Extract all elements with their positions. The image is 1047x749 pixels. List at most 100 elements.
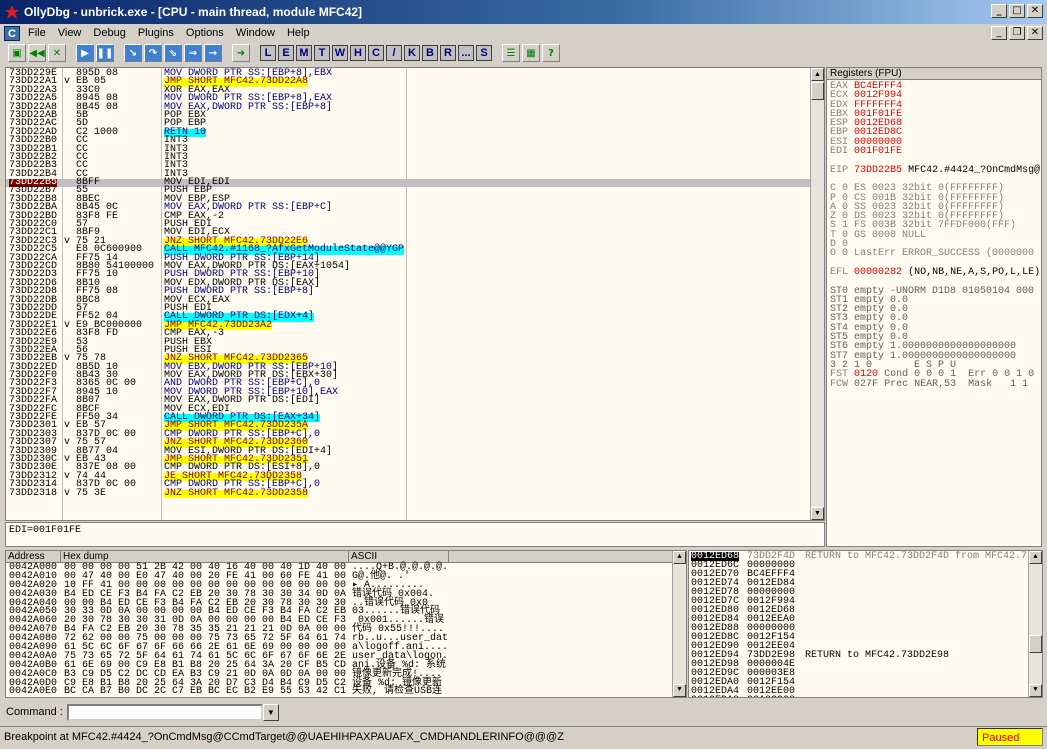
disasm-row[interactable]: 73DD22DD 57 PUSH EDI <box>6 303 811 314</box>
disasm-row[interactable]: 73DD22C0 57 PUSH EDI <box>6 219 811 230</box>
menu-file[interactable]: File <box>22 27 52 39</box>
disasm-row[interactable]: 73DD22B8 8BEC MOV EBP,ESP <box>6 194 811 205</box>
disasm-row[interactable]: 73DD22CD 8B80 54100000 MOV EAX,DWORD PTR D… <box>6 261 811 272</box>
disasm-row[interactable]: 73DD2314 837D 0C 00 CMP DWORD PTR SS:[EBP+… <box>6 479 811 490</box>
disasm-row[interactable]: 73DD22EB v 75 78 JNZ SHORT MFC42.73DD2365 <box>6 354 811 364</box>
breakpoints-button[interactable]: B <box>422 45 438 61</box>
disasm-row[interactable]: 73DD22AB 5B POP EBX <box>6 110 811 121</box>
goto-icon[interactable]: ➜ <box>232 44 250 62</box>
run-icon[interactable]: ▶ <box>76 44 94 62</box>
hex-dump-pane[interactable]: Address Hex dump ASCII 0042A000 00 00 00 … <box>5 550 687 698</box>
disasm-row[interactable]: 73DD22FE FF50 34 CALL DWORD PTR DS:[EAX+34… <box>6 412 811 423</box>
windows-button[interactable]: W <box>332 45 348 61</box>
disasm-row[interactable]: 73DD230E 837E 08 00 CMP DWORD PTR DS:[ESI+… <box>6 463 811 474</box>
scroll-up-icon[interactable]: ▲ <box>811 68 824 81</box>
step-over-icon[interactable]: ↷ <box>144 44 162 62</box>
registers-header[interactable]: Registers (FPU) <box>827 68 1041 80</box>
menu-options[interactable]: Options <box>180 27 230 39</box>
disasm-row[interactable]: 73DD2307 v 75 57 JNZ SHORT MFC42.73DD2360 <box>6 437 811 448</box>
disasm-row[interactable]: 73DD22C1 8BF9 MOV EDI,ECX <box>6 228 811 239</box>
references-button[interactable]: R <box>440 45 456 61</box>
ascii-column-header[interactable]: ASCII <box>349 551 449 562</box>
stack-row[interactable]: 0012EDA0 0012F154 <box>689 678 1042 688</box>
scroll-thumb[interactable] <box>811 82 824 100</box>
cpu-window-icon[interactable]: C <box>4 25 20 41</box>
memory-map-button[interactable]: M <box>296 45 312 61</box>
disasm-row[interactable]: 73DD22B4 CC INT3 <box>6 169 811 180</box>
disasm-row[interactable]: 73DD22A8 8B45 08 MOV EAX,DWORD PTR SS:[EBP… <box>6 102 811 113</box>
scroll-down-icon[interactable]: ▼ <box>673 684 686 697</box>
patches-button[interactable]: / <box>386 45 402 61</box>
stack-row[interactable]: 0012ED84 0012EEA0 <box>689 615 1042 625</box>
disasm-row[interactable]: 73DD22D3 FF75 10 PUSH DWORD PTR SS:[EBP+10… <box>6 270 811 281</box>
stack-scrollbar[interactable]: ▲ ▼ <box>1028 551 1042 697</box>
chevron-down-icon[interactable]: ▼ <box>262 703 279 721</box>
registers-pane[interactable]: Registers (FPU) EAX BC4EFFF4 ECX 0012F99… <box>826 67 1042 547</box>
mdi-minimize-button[interactable]: _ <box>991 26 1007 40</box>
stack-row[interactable]: 0012ED94 73DD2E98 RETURN to MFC42.73DD2E98 <box>689 651 1042 661</box>
close-icon[interactable]: ✕ <box>48 44 66 62</box>
stack-row[interactable]: 0012ED68 73DD2F4D RETURN to MFC42.73DD2F4D… <box>689 552 1042 562</box>
disasm-row[interactable]: 73DD2318 v 75 3E JNZ SHORT MFC42.73DD2358 <box>6 488 811 498</box>
stack-pane[interactable]: 0012ED68 73DD2F4D RETURN to MFC42.73DD2F4D… <box>688 550 1043 698</box>
disasm-row[interactable]: 73DD22B7 55 PUSH EBP <box>6 186 811 197</box>
scroll-up-icon[interactable]: ▲ <box>1029 551 1042 564</box>
disasm-row[interactable]: 73DD22B0 CC INT3 <box>6 135 811 146</box>
disasm-row[interactable]: 73DD22FA 8B07 MOV EAX,DWORD PTR DS:[EDI] <box>6 395 811 406</box>
scroll-thumb[interactable] <box>1029 635 1042 653</box>
disassembly-pane[interactable]: 73DD229E 895D 08 MOV DWORD PTR SS:[EBP+8],… <box>5 67 825 521</box>
menu-plugins[interactable]: Plugins <box>132 27 180 39</box>
scroll-up-icon[interactable]: ▲ <box>673 551 686 564</box>
command-input[interactable] <box>66 703 263 721</box>
menu-window[interactable]: Window <box>230 27 281 39</box>
menu-help[interactable]: Help <box>281 27 316 39</box>
disassembly-scrollbar[interactable]: ▲ ▼ <box>810 68 824 520</box>
stack-row[interactable]: 0012ED80 0012ED68 <box>689 606 1042 616</box>
disasm-row[interactable]: 73DD22A5 8945 08 MOV DWORD PTR SS:[EBP+8],… <box>6 93 811 104</box>
disasm-row[interactable]: 73DD22AC 5D POP EBP <box>6 119 811 130</box>
disasm-row[interactable]: 73DD22E6 83F8 FD CMP EAX,-3 <box>6 328 811 339</box>
pause-icon[interactable]: ❚❚ <box>96 44 114 62</box>
disasm-row[interactable]: 73DD22B5 8BFF MOV EDI,EDI <box>6 177 811 188</box>
menu-view[interactable]: View <box>52 27 88 39</box>
threads-button[interactable]: T <box>314 45 330 61</box>
disasm-row[interactable]: 73DD22AD C2 1000 RETN 10 <box>6 127 811 137</box>
maximize-button[interactable]: □ <box>1009 4 1025 18</box>
disasm-row[interactable]: 73DD2303 837D 0C 00 CMP DWORD PTR SS:[EBP+… <box>6 429 811 440</box>
cpu-button[interactable]: C <box>368 45 384 61</box>
disasm-row[interactable]: 73DD22D6 8B10 MOV EDX,DWORD PTR DS:[EAX] <box>6 278 811 289</box>
stack-row[interactable]: 0012ED6C 00000000 <box>689 561 1042 571</box>
executable-modules-button[interactable]: E <box>278 45 294 61</box>
disasm-row[interactable]: 73DD22B2 CC INT3 <box>6 152 811 163</box>
restart-icon[interactable]: ◀◀ <box>28 44 46 62</box>
trace-over-icon[interactable]: ⇒ <box>184 44 202 62</box>
dump-scrollbar[interactable]: ▲ ▼ <box>672 551 686 697</box>
disasm-row[interactable]: 73DD22F7 8945 10 MOV DWORD PTR SS:[EBP+10]… <box>6 387 811 398</box>
disasm-row[interactable]: 73DD22FC 8BCF MOV ECX,EDI <box>6 404 811 415</box>
list-icon[interactable]: ☰ <box>502 44 520 62</box>
call-stack-button[interactable]: K <box>404 45 420 61</box>
stack-row[interactable]: 0012ED78 00000000 <box>689 588 1042 598</box>
disasm-row[interactable]: 73DD22B3 CC INT3 <box>6 161 811 172</box>
disasm-row[interactable]: 73DD22C5 E8 0C600900 CALL MFC42.#1168_?Afx… <box>6 244 811 255</box>
stack-row[interactable]: 0012ED98 0000004E <box>689 660 1042 670</box>
menu-debug[interactable]: Debug <box>87 27 131 39</box>
stack-row[interactable]: 0012ED8C 0012F154 <box>689 633 1042 643</box>
mdi-close-button[interactable]: ✕ <box>1027 26 1043 40</box>
mdi-restore-button[interactable]: ❐ <box>1009 26 1025 40</box>
dump-row[interactable]: 0042A0E0 BC CA B7 B0 DC 2C C7 EB BC EC B2… <box>6 687 686 697</box>
disasm-row[interactable]: 73DD22E9 53 PUSH EBX <box>6 337 811 348</box>
close-button[interactable]: ✕ <box>1027 4 1043 18</box>
disasm-row[interactable]: 73DD22F3 8365 0C 00 AND DWORD PTR SS:[EBP+… <box>6 379 811 390</box>
source-button[interactable]: S <box>476 45 492 61</box>
execute-till-return-icon[interactable]: → <box>204 44 222 62</box>
open-icon[interactable]: ▣ <box>8 44 26 62</box>
disasm-row[interactable]: 73DD22E1 v E9 BC000000 JMP MFC42.73DD23A2 <box>6 320 811 330</box>
address-column-header[interactable]: Address <box>6 551 61 562</box>
stack-row[interactable]: 0012ED9C 000003E8 <box>689 669 1042 679</box>
disasm-row[interactable]: 73DD22ED 8B5D 10 MOV EBX,DWORD PTR SS:[EBP… <box>6 362 811 373</box>
disasm-row[interactable]: 73DD229E 895D 08 MOV DWORD PTR SS:[EBP+8],… <box>6 68 811 79</box>
disasm-row[interactable]: 73DD2309 8B77 04 MOV ESI,DWORD PTR DS:[EDI… <box>6 446 811 457</box>
disasm-row[interactable]: 73DD22BA 8B45 0C MOV EAX,DWORD PTR SS:[EBP… <box>6 202 811 213</box>
grid-icon[interactable]: ▦ <box>522 44 540 62</box>
